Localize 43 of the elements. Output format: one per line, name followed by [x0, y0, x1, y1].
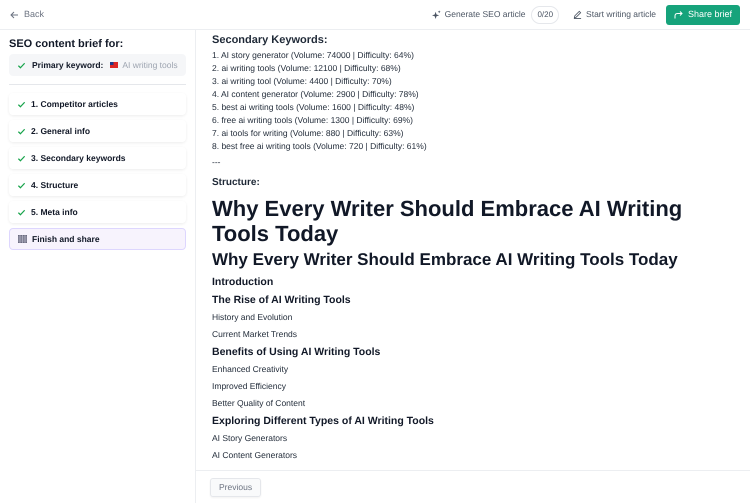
share-arrow-icon — [674, 10, 683, 18]
keyword-line: 6. free ai writing tools (Volume: 1300 | Difficulty: 69%) — [212, 114, 414, 127]
primary-keyword-value: AI writing tools — [122, 58, 178, 72]
step-item[interactable]: 3. Secondary keywords — [9, 147, 186, 169]
heading-two: Why Every Writer Should Embrace AI Writing Tools Today — [212, 249, 679, 271]
outline-item: History and Evolution — [212, 311, 294, 324]
separator-text: --- — [212, 156, 222, 169]
step-item[interactable]: 1. Competitor articles — [9, 93, 186, 115]
keyword-line: 3. ai writing tool (Volume: 4400 | Difficulty: 70%) — [212, 75, 393, 88]
heading-three: Benefits of Using AI Writing Tools — [212, 345, 382, 360]
outline-item: Enhanced Creativity — [212, 363, 290, 376]
outline-item: Current Market Trends — [212, 328, 298, 341]
pencil-icon — [573, 10, 582, 19]
keyword-line: 1. AI story generator (Volume: 74000 | Difficulty: 64%) — [212, 49, 415, 62]
sidebar-title: SEO content brief for: — [9, 37, 124, 51]
heading-three: Introduction — [212, 275, 274, 290]
step-item[interactable]: 5. Meta info — [9, 201, 186, 223]
keyword-line: 7. ai tools for writing (Volume: 880 | Difficulty: 63%) — [212, 127, 404, 140]
outline-item: AI Story Generators — [212, 432, 288, 445]
outline-item: Better Quality of Content — [212, 397, 306, 410]
section-label: Secondary Keywords: — [212, 34, 329, 47]
arrow-left-icon — [10, 10, 19, 18]
sparkle-icon — [432, 10, 441, 19]
back-button[interactable]: Back — [10, 8, 44, 22]
keyword-line: 8. best free ai writing tools (Volume: 720 | Difficulty: 61%) — [212, 140, 428, 153]
primary-keyword-label: Primary keyword: — [32, 58, 104, 72]
step-item[interactable]: 2. General info — [9, 120, 186, 142]
keyword-line: 2. ai writing tools (Volume: 12100 | Difficulty: 68%) — [212, 62, 402, 75]
keyword-line: 5. best ai writing tools (Volume: 1600 | Difficulty: 48%) — [212, 101, 416, 114]
start-writing-button[interactable]: Start writing article — [573, 8, 656, 21]
outline-item: AI Content Generators — [212, 449, 298, 462]
step-item[interactable]: 4. Structure — [9, 174, 186, 196]
heading-three: The Rise of AI Writing Tools — [212, 293, 352, 308]
outline-item: Improved Efficiency — [212, 380, 288, 393]
section-label: Structure: — [212, 176, 261, 189]
keyword-line: 4. AI content generator (Volume: 2900 | Difficulty: 78%) — [212, 88, 420, 101]
heading-three: Exploring Different Types of AI Writing Tools — [212, 414, 435, 429]
heading-one: Why Every Writer Should Embrace AI Writing Tools Today — [212, 196, 684, 246]
generate-seo-article-button[interactable]: Generate SEO article 0/20 — [432, 6, 560, 24]
flag-icon — [110, 62, 118, 68]
previous-button[interactable]: Previous — [210, 478, 262, 496]
usage-count: 0/20 — [531, 6, 560, 24]
step-item[interactable]: Finish and share — [9, 228, 186, 250]
